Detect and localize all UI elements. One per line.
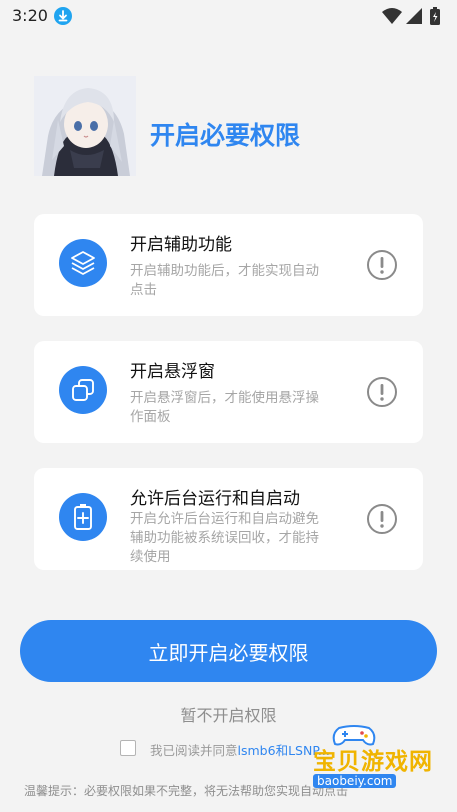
layers-icon [59,239,107,287]
alert-icon[interactable] [366,376,398,408]
download-icon [54,7,72,25]
agreement-checkbox[interactable] [120,740,136,756]
status-time: 3:20 [12,6,48,25]
battery-plus-icon [59,493,107,541]
alert-icon[interactable] [366,503,398,535]
permission-card-accessibility[interactable]: 开启辅助功能 开启辅助功能后，才能实现自动 点击 [34,214,423,316]
header: 开启必要权限 [34,76,424,176]
permission-title: 允许后台运行和自启动 [130,489,300,509]
floating-window-icon [59,366,107,414]
watermark: 宝贝游戏网 baobeiy.com [303,722,453,790]
enable-permissions-button[interactable]: 立即开启必要权限 [20,620,437,682]
footer-hint: 温馨提示：必要权限如果不完整，将无法帮助您实现自动点击 [24,784,349,798]
alert-icon[interactable] [366,249,398,281]
permission-title: 开启悬浮窗 [130,362,215,382]
signal-icon [406,8,422,24]
watermark-text: 宝贝游戏网 [313,749,433,775]
watermark-url: baobeiy.com [313,774,397,788]
battery-icon [430,7,440,25]
permission-description: 开启辅助功能后，才能实现自动 点击 [130,263,319,298]
permission-description: 开启允许后台运行和自启动避免 辅助功能被系统误回收，才能持 续使用 [130,511,319,565]
avatar [34,76,136,176]
permission-description: 开启悬浮窗后，才能使用悬浮操 作面板 [130,390,319,425]
status-bar: 3:20 [0,0,457,32]
permission-card-floating-window[interactable]: 开启悬浮窗 开启悬浮窗后，才能使用悬浮操 作面板 [34,341,423,443]
status-icons [381,6,445,26]
permission-title: 开启辅助功能 [130,235,232,255]
page-title: 开启必要权限 [150,121,301,150]
permission-card-background-autostart[interactable]: 允许后台运行和自启动 开启允许后台运行和自启动避免 辅助功能被系统误回收，才能持… [34,468,423,570]
wifi-icon [382,8,402,24]
